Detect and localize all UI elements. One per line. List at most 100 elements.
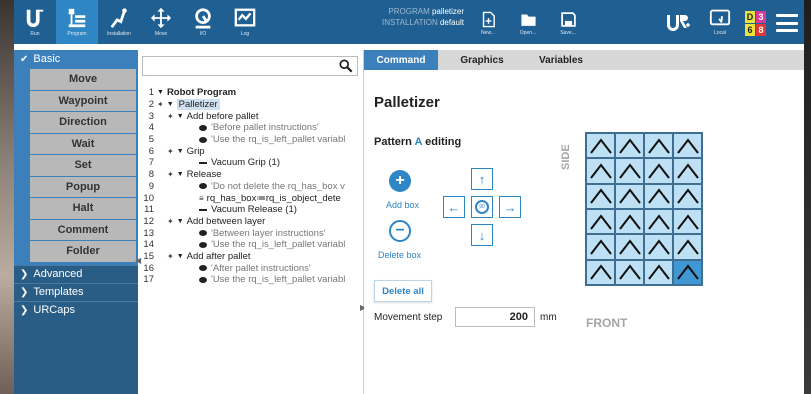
search-input[interactable]: [142, 56, 358, 76]
sidebar-item-halt[interactable]: Halt: [30, 198, 136, 219]
pallet-box-cell[interactable]: [673, 133, 702, 159]
pallet-box-cell[interactable]: [673, 234, 702, 260]
pin-icon: ✦: [167, 216, 174, 226]
sidebar-item-move[interactable]: Move: [30, 69, 136, 90]
pallet-box-cell[interactable]: [673, 158, 702, 184]
movement-step-input[interactable]: 200: [455, 307, 535, 327]
tab-graphics[interactable]: Graphics: [438, 50, 526, 70]
pallet-box-cell[interactable]: [644, 158, 673, 184]
box-orientation-icon: [589, 239, 612, 255]
expand-triangle-icon[interactable]: ▼: [157, 89, 164, 96]
tree-node[interactable]: 5 'Use the rq_is_left_pallet variabl: [138, 134, 364, 146]
add-box-button[interactable]: +: [389, 170, 411, 192]
action-icon: [199, 161, 207, 164]
tree-node[interactable]: 9 'Do not delete the rq_has_box v: [138, 181, 364, 193]
installation-tab[interactable]: Installation: [98, 0, 140, 44]
pallet-box-cell[interactable]: [615, 234, 644, 260]
sidebar-item-direction[interactable]: Direction: [30, 112, 136, 133]
pallet-box-cell[interactable]: [586, 209, 615, 235]
urcaps-section-header[interactable]: ❯ URCaps: [14, 300, 138, 319]
new-label: New...: [481, 29, 495, 36]
pallet-box-cell[interactable]: [644, 183, 673, 209]
io-tab[interactable]: I/O: [182, 0, 224, 44]
expand-triangle-icon[interactable]: ▼: [167, 101, 174, 108]
delete-all-button[interactable]: Delete all: [374, 280, 432, 302]
delete-box-label[interactable]: Delete box: [378, 250, 421, 260]
pallet-pattern-grid[interactable]: [585, 132, 703, 286]
log-tab[interactable]: Log: [224, 0, 266, 44]
tree-node[interactable]: 2 ✦ ▼ Palletizer: [138, 99, 364, 111]
advanced-section-header[interactable]: ❯ Advanced: [14, 264, 138, 283]
pallet-box-cell[interactable]: [673, 183, 702, 209]
tree-node[interactable]: 12 ✦ ▼ Add between layer: [138, 216, 364, 228]
tree-node[interactable]: 1 ▼ Robot Program: [138, 87, 364, 99]
tab-variables[interactable]: Variables: [526, 50, 596, 70]
add-box-label[interactable]: Add box: [386, 200, 419, 210]
installation-icon: [110, 8, 127, 28]
sidebar-item-waypoint[interactable]: Waypoint: [30, 90, 136, 111]
pallet-box-cell[interactable]: [586, 259, 615, 285]
pallet-box-cell[interactable]: [615, 158, 644, 184]
tree-node[interactable]: 4 'Before pallet instructions': [138, 122, 364, 134]
tree-node[interactable]: 15 ✦ ▼ Add after pallet: [138, 251, 364, 263]
tree-node[interactable]: 6 ✦ ▼ Grip: [138, 145, 364, 157]
basic-section-header[interactable]: ✔ Basic: [14, 50, 138, 68]
urcaps-plus-icon[interactable]: [665, 13, 691, 33]
pin-icon: ✦: [167, 111, 174, 121]
pallet-box-cell[interactable]: [673, 209, 702, 235]
box-orientation-icon: [676, 188, 699, 204]
move-tab[interactable]: Move: [140, 0, 182, 44]
pallet-box-cell[interactable]: [586, 133, 615, 159]
arrow-up-icon: ↑: [478, 171, 486, 187]
sidebar-item-wait[interactable]: Wait: [30, 133, 136, 154]
pallet-box-cell[interactable]: [586, 234, 615, 260]
open-button[interactable]: Open...: [512, 4, 544, 42]
delete-box-button[interactable]: −: [389, 220, 411, 242]
expand-triangle-icon[interactable]: ▼: [177, 218, 184, 225]
move-down-button[interactable]: ↓: [471, 224, 493, 246]
run-tab[interactable]: Run: [14, 0, 56, 44]
move-left-button[interactable]: ←: [443, 196, 465, 218]
sidebar-item-set[interactable]: Set: [30, 155, 136, 176]
move-right-button[interactable]: →: [499, 196, 521, 218]
pallet-box-cell[interactable]: [644, 259, 673, 285]
tree-node[interactable]: 10 ≡ rq_has_box≔rq_is_object_dete: [138, 192, 364, 204]
expand-triangle-icon[interactable]: ▼: [177, 148, 184, 155]
pallet-box-cell[interactable]: [615, 259, 644, 285]
rotate-button[interactable]: 90: [471, 196, 493, 218]
pallet-box-cell[interactable]: [644, 133, 673, 159]
tab-command[interactable]: Command: [364, 50, 438, 70]
sidebar-item-comment[interactable]: Comment: [30, 219, 136, 240]
tree-node[interactable]: 17 'Use the rq_is_left_pallet variabl: [138, 274, 364, 286]
movement-step-unit: mm: [540, 312, 557, 323]
tree-node[interactable]: 3 ✦ ▼ Add before pallet: [138, 110, 364, 122]
pallet-box-cell[interactable]: [673, 259, 702, 285]
expand-triangle-icon[interactable]: ▼: [177, 113, 184, 120]
new-button[interactable]: New...: [472, 4, 504, 42]
pallet-box-cell[interactable]: [644, 209, 673, 235]
pallet-box-cell[interactable]: [586, 183, 615, 209]
pallet-box-cell[interactable]: [615, 133, 644, 159]
pallet-box-cell[interactable]: [644, 234, 673, 260]
program-tab[interactable]: Program: [56, 0, 98, 44]
pallet-box-cell[interactable]: [615, 183, 644, 209]
tree-node[interactable]: 11 Vacuum Release (1): [138, 204, 364, 216]
arrow-right-icon: →: [503, 199, 517, 215]
move-up-button[interactable]: ↑: [471, 168, 493, 190]
sidebar-item-popup[interactable]: Popup: [30, 176, 136, 197]
local-control-button[interactable]: Local: [705, 6, 735, 40]
pallet-box-cell[interactable]: [615, 209, 644, 235]
tree-node[interactable]: 7 Vacuum Grip (1): [138, 157, 364, 169]
expand-triangle-icon[interactable]: ▼: [177, 253, 184, 260]
tree-node[interactable]: 14 'Use the rq_is_left_pallet variabl: [138, 239, 364, 251]
safety-status-indicator[interactable]: D 3 6 8: [745, 10, 766, 36]
save-button[interactable]: Save...: [552, 4, 584, 42]
tree-node[interactable]: 13 'Between layer instructions': [138, 227, 364, 239]
pallet-box-cell[interactable]: [586, 158, 615, 184]
tree-node[interactable]: 16 'After pallet instructions': [138, 262, 364, 274]
sidebar-item-folder[interactable]: Folder: [30, 241, 136, 262]
templates-section-header[interactable]: ❯ Templates: [14, 282, 138, 301]
expand-triangle-icon[interactable]: ▼: [177, 171, 184, 178]
hamburger-menu-icon[interactable]: [776, 14, 798, 32]
tree-node[interactable]: 8 ✦ ▼ Release: [138, 169, 364, 181]
